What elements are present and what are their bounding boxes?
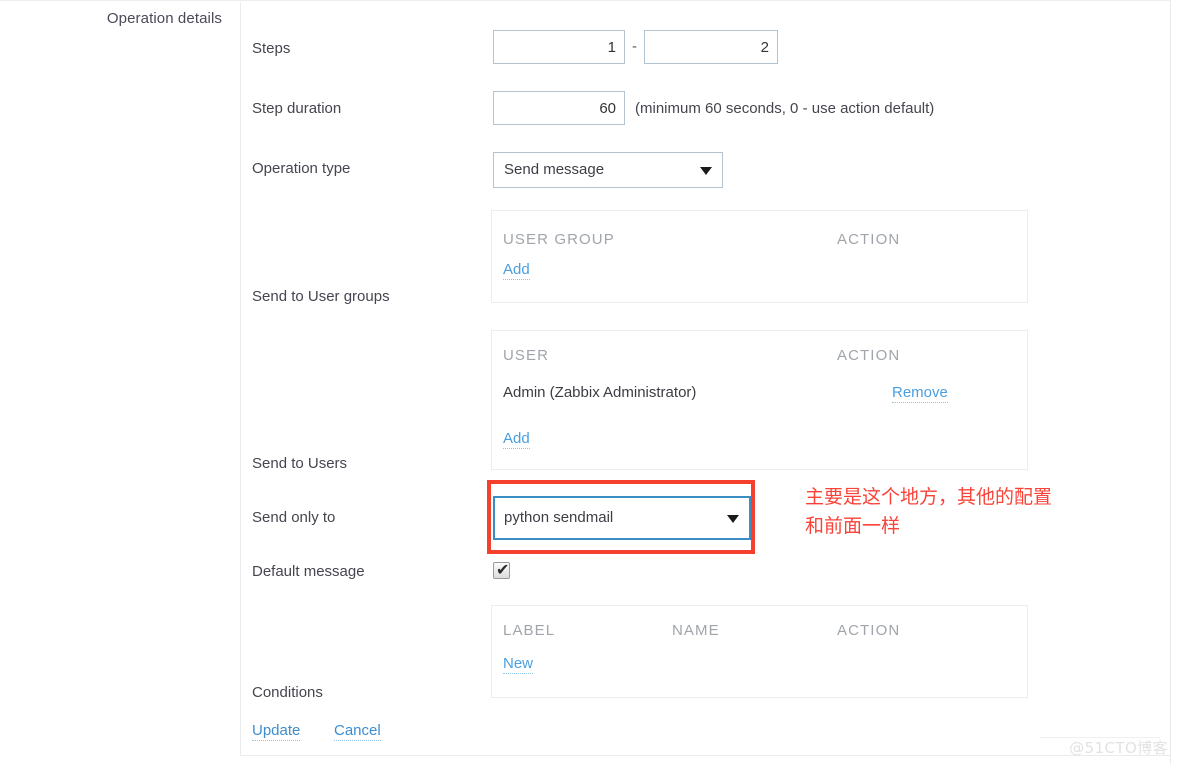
step-duration-label: Step duration (252, 100, 341, 117)
table-row: Admin (Zabbix Administrator) (503, 384, 696, 401)
page-top-divider (0, 0, 1170, 1)
section-label: Operation details (0, 10, 222, 27)
send-only-to-value: python sendmail (504, 498, 613, 538)
send-only-to-label: Send only to (252, 509, 335, 526)
watermark: @51CTO博客 (1069, 737, 1168, 758)
chevron-down-icon (700, 167, 712, 175)
form-panel-bottom-border (240, 755, 1170, 756)
cancel-button[interactable]: Cancel (334, 722, 381, 741)
user-groups-col-usergroup: User group (503, 231, 615, 248)
send-only-to-select[interactable]: python sendmail (493, 496, 751, 540)
send-to-users-label: Send to Users (252, 455, 347, 472)
users-remove-link[interactable]: Remove (892, 384, 948, 403)
users-add-link[interactable]: Add (503, 430, 530, 449)
users-col-user: User (503, 347, 549, 364)
steps-to-input[interactable] (644, 30, 778, 64)
users-table: User Action Admin (Zabbix Administrator)… (491, 330, 1028, 470)
steps-from-input[interactable] (493, 30, 625, 64)
operation-type-value: Send message (504, 153, 604, 187)
default-message-checkbox[interactable]: ✔ (493, 562, 510, 579)
operation-type-select[interactable]: Send message (493, 152, 723, 188)
conditions-col-name: Name (672, 622, 720, 639)
users-col-action: Action (837, 347, 900, 364)
user-groups-col-action: Action (837, 231, 900, 248)
steps-label: Steps (252, 40, 290, 57)
conditions-table: Label Name Action New (491, 605, 1028, 698)
annotation-note: 主要是这个地方，其他的配置 和前面一样 (805, 483, 1184, 541)
default-message-label: Default message (252, 563, 365, 580)
form-panel-left-border (240, 2, 241, 756)
page-frame: Operation details Steps - Step duration … (0, 0, 1184, 764)
user-groups-table: User group Action Add (491, 210, 1028, 303)
conditions-new-link[interactable]: New (503, 655, 533, 674)
conditions-col-label: Label (503, 622, 555, 639)
page-right-divider (1170, 0, 1171, 764)
check-icon: ✔ (496, 559, 509, 581)
user-groups-add-link[interactable]: Add (503, 261, 530, 280)
conditions-label: Conditions (252, 684, 323, 701)
update-button[interactable]: Update (252, 722, 300, 741)
operation-type-label: Operation type (252, 160, 350, 177)
send-to-user-groups-label: Send to User groups (252, 288, 390, 305)
steps-range-separator: - (632, 38, 637, 55)
chevron-down-icon (727, 515, 739, 523)
conditions-col-action: Action (837, 622, 900, 639)
step-duration-hint: (minimum 60 seconds, 0 - use action defa… (635, 100, 934, 117)
step-duration-input[interactable] (493, 91, 625, 125)
